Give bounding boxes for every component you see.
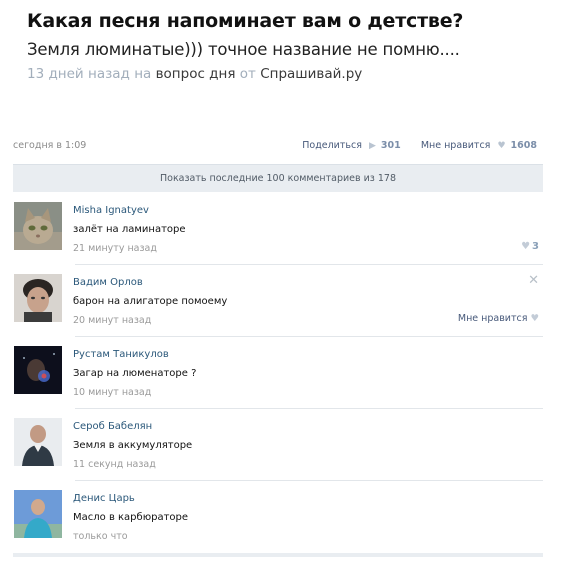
close-icon[interactable]: ✕ (528, 273, 539, 288)
comment-time[interactable]: 21 минуту назад (73, 243, 157, 254)
question-time[interactable]: 13 дней назад (27, 66, 130, 82)
share-label: Поделиться (302, 140, 362, 151)
comment-author[interactable]: Рустам Таникулов (73, 349, 169, 360)
comment-author[interactable]: Misha Ignatyev (73, 205, 149, 216)
like-button[interactable]: Мне нравится ♥ 1608 (421, 140, 537, 151)
comment-author[interactable]: Денис Царь (73, 493, 135, 504)
comment-time[interactable]: 11 секунд назад (73, 459, 156, 470)
like-label: Мне нравится (457, 313, 528, 324)
avatar[interactable] (14, 274, 62, 322)
comment-text: барон на алигаторе помоему (73, 296, 228, 307)
comment-text: Загар на люменаторе ? (73, 368, 197, 379)
divider (13, 553, 543, 557)
avatar[interactable] (14, 346, 62, 394)
question-title: Какая песня напоминает вам о детстве? (27, 10, 464, 32)
question-body: Земля люминатые))) точное название не по… (27, 40, 460, 59)
share-button[interactable]: Поделиться ▶ 301 (302, 140, 404, 151)
heart-icon: ♥ (521, 241, 531, 252)
post-date[interactable]: сегодня в 1:09 (13, 140, 86, 151)
avatar[interactable] (14, 202, 62, 250)
comment-likes[interactable]: ♥ 3 (521, 241, 539, 252)
question-meta: 13 дней назад на вопрос дня от Спрашивай… (27, 66, 362, 82)
comment-author[interactable]: Сероб Бабелян (73, 421, 152, 432)
comment-time[interactable]: 10 минут назад (73, 387, 151, 398)
avatar[interactable] (14, 490, 62, 538)
comment-text: Земля в аккумуляторе (73, 440, 193, 451)
comment-time[interactable]: 20 минут назад (73, 315, 151, 326)
show-comments-button[interactable]: Показать последние 100 комментариев из 1… (13, 164, 543, 192)
comment-like-button[interactable]: Мне нравится ♥ (458, 313, 539, 324)
post-actions-bar: сегодня в 1:09 Поделиться ▶ 301 Мне нрав… (13, 140, 543, 154)
comment-item: Денис Царь Масло в карбюраторе только чт… (13, 481, 543, 553)
comment-time[interactable]: только что (73, 531, 128, 542)
like-count: 3 (532, 241, 539, 252)
like-label: Мне нравится (420, 140, 491, 151)
like-count: 1608 (510, 140, 537, 151)
meta-from: от (239, 66, 256, 82)
comment-text: залёт на ламинаторе (73, 224, 186, 235)
comment-item: Сероб Бабелян Земля в аккумуляторе 11 се… (13, 409, 543, 481)
heart-icon: ♥ (530, 313, 539, 324)
comment-text: Масло в карбюраторе (73, 512, 189, 523)
comment-item: Вадим Орлов барон на алигаторе помоему 2… (13, 265, 543, 337)
avatar[interactable] (14, 418, 62, 466)
megaphone-icon: ▶ (368, 141, 376, 151)
share-count: 301 (380, 140, 401, 151)
comment-item: Рустам Таникулов Загар на люменаторе ? 1… (13, 337, 543, 409)
source-link[interactable]: Спрашивай.ру (260, 66, 362, 82)
question-section-link[interactable]: вопрос дня (156, 66, 236, 82)
comment-item: Misha Ignatyev залёт на ламинаторе 21 ми… (13, 193, 543, 265)
heart-icon: ♥ (497, 141, 506, 151)
meta-on: на (134, 66, 152, 82)
comment-author[interactable]: Вадим Орлов (73, 277, 143, 288)
